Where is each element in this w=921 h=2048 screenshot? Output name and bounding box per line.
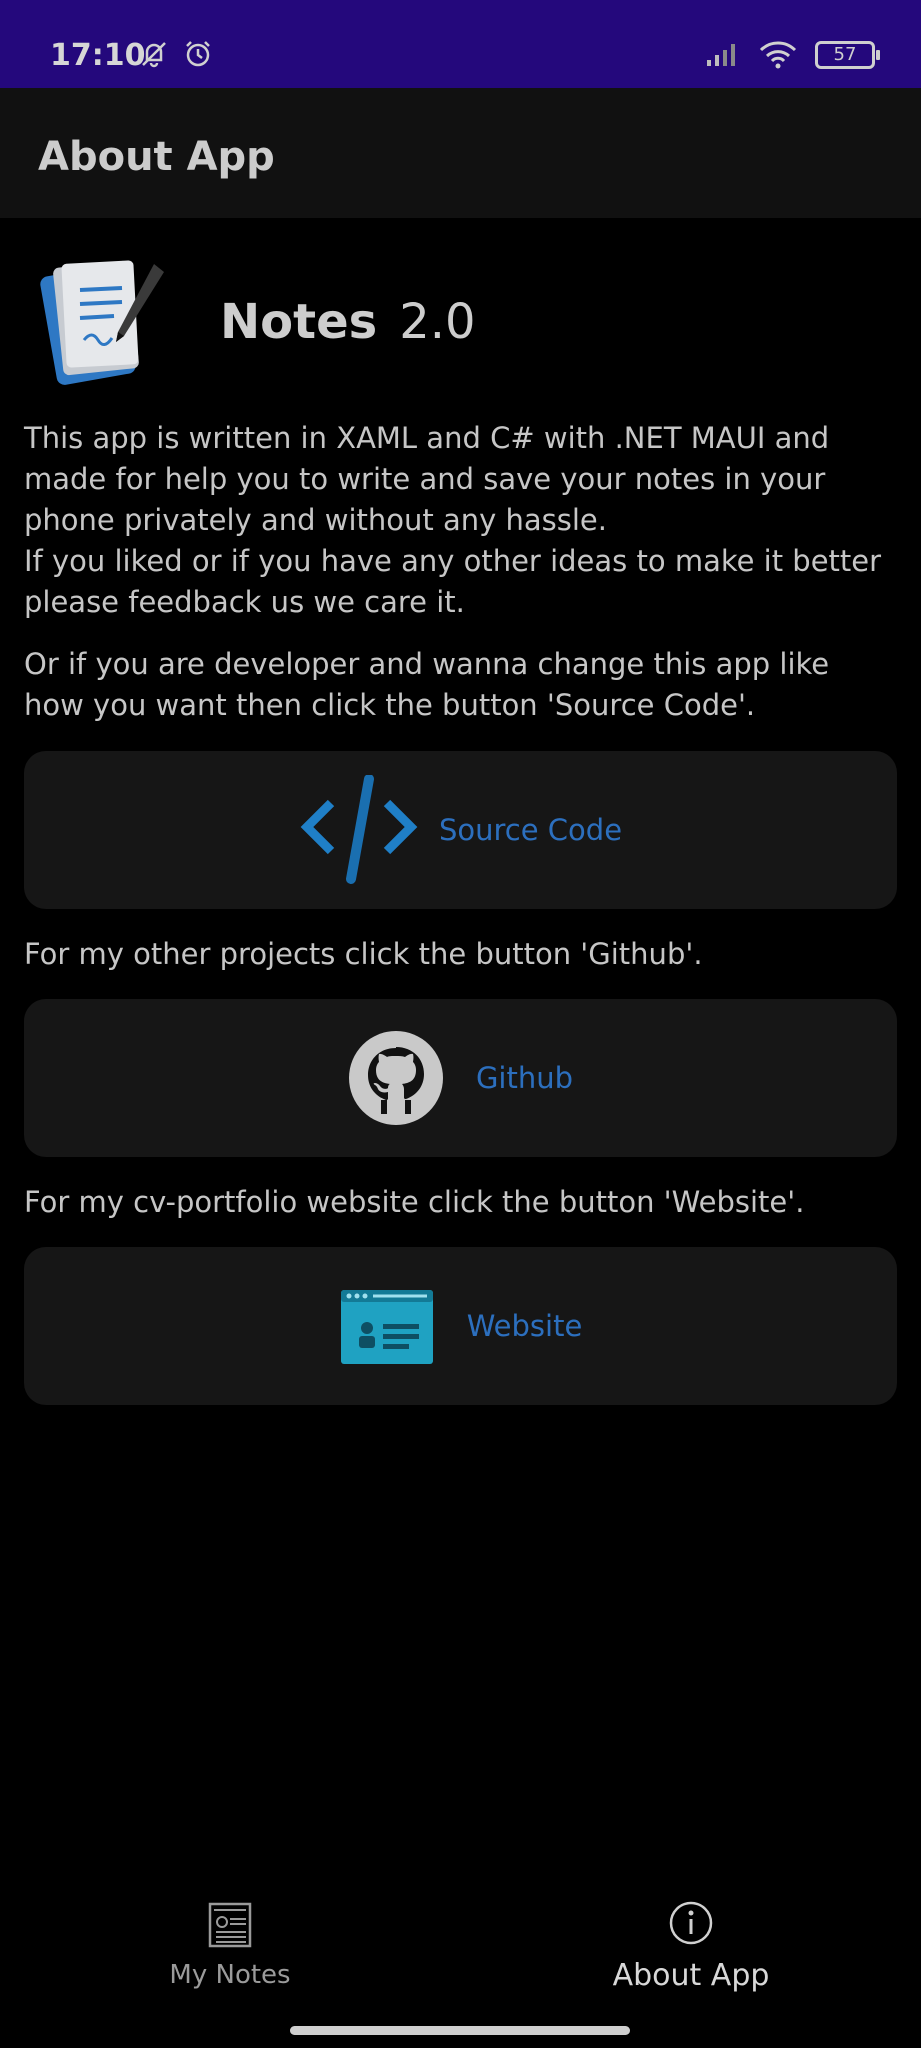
website-icon xyxy=(340,1290,433,1364)
app-version: 2.0 xyxy=(399,294,476,350)
tab-about-app[interactable]: About App xyxy=(461,1860,921,2010)
status-right-icons: 57 xyxy=(705,40,880,70)
description-text: This app is written in XAML and C# with … xyxy=(24,421,830,537)
bottom-nav: My Notes About App xyxy=(0,1860,921,2010)
signal-icon xyxy=(707,44,735,66)
description-paragraph: This app is written in XAML and C# with … xyxy=(24,418,897,623)
source-code-label: Source Code xyxy=(438,813,623,847)
code-icon xyxy=(300,775,418,884)
website-button[interactable]: Website xyxy=(24,1247,897,1405)
app-header: About App xyxy=(0,88,921,218)
app-name: Notes xyxy=(220,294,378,350)
notebook-pen-icon xyxy=(40,260,164,385)
notes-icon xyxy=(208,1902,252,1948)
info-icon xyxy=(669,1901,713,1945)
source-code-hint: Or if you are developer and wanna change… xyxy=(24,647,830,722)
home-gesture-bar[interactable] xyxy=(290,2026,630,2035)
website-label: Website xyxy=(466,1309,583,1343)
wifi-icon xyxy=(759,41,797,69)
github-hint: For my other projects click the button '… xyxy=(24,937,703,971)
source-code-button[interactable]: Source Code xyxy=(24,751,897,909)
bell-off-icon xyxy=(142,42,166,68)
website-hint: For my cv-portfolio website click the bu… xyxy=(24,1185,805,1219)
tab-my-notes-label: My Notes xyxy=(169,1960,291,1990)
status-left-icons xyxy=(138,38,214,70)
github-icon xyxy=(348,1031,443,1125)
alarm-icon xyxy=(186,41,210,67)
github-button[interactable]: Github xyxy=(24,999,897,1157)
github-label: Github xyxy=(475,1061,574,1095)
app-title-row: Notes 2.0 xyxy=(36,252,476,392)
tab-about-app-label: About App xyxy=(612,1958,770,1993)
status-bar: 17:10 57 xyxy=(0,0,921,88)
page-title: About App xyxy=(38,134,275,180)
gesture-area xyxy=(0,2010,921,2048)
battery-indicator: 57 xyxy=(815,41,880,69)
tab-my-notes[interactable]: My Notes xyxy=(0,1860,460,2010)
feedback-text: If you liked or if you have any other id… xyxy=(24,544,882,619)
status-time: 17:10 xyxy=(50,38,146,73)
